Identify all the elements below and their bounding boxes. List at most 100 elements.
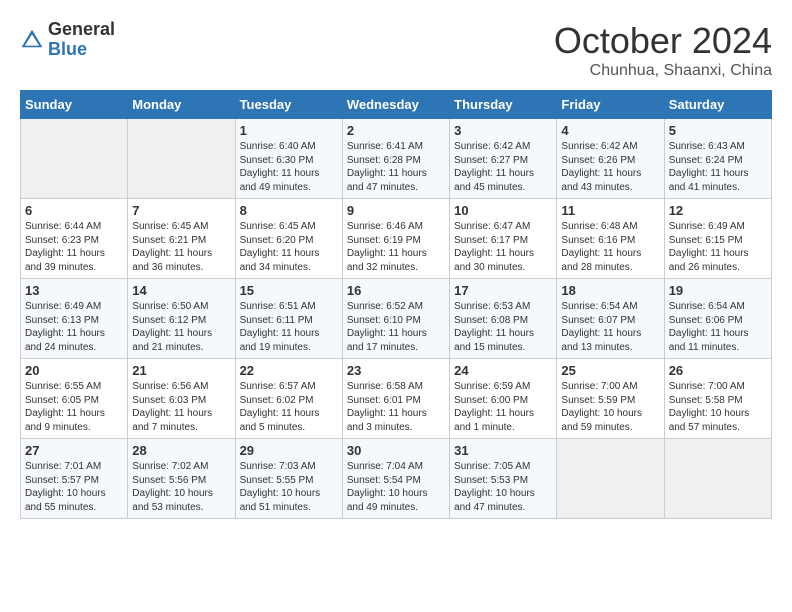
day-info: Sunrise: 6:45 AM Sunset: 6:20 PM Dayligh… bbox=[240, 220, 338, 274]
day-info: Sunrise: 6:46 AM Sunset: 6:19 PM Dayligh… bbox=[347, 220, 445, 274]
calendar-title: October 2024 bbox=[554, 20, 772, 62]
day-number: 10 bbox=[454, 203, 552, 218]
day-number: 20 bbox=[25, 363, 123, 378]
day-number: 2 bbox=[347, 123, 445, 138]
day-info: Sunrise: 6:45 AM Sunset: 6:21 PM Dayligh… bbox=[132, 220, 230, 274]
day-cell: 4 Sunrise: 6:42 AM Sunset: 6:26 PM Daylig… bbox=[557, 119, 664, 199]
header-cell-tuesday: Tuesday bbox=[235, 91, 342, 119]
day-info: Sunrise: 7:01 AM Sunset: 5:57 PM Dayligh… bbox=[25, 460, 123, 514]
day-number: 15 bbox=[240, 283, 338, 298]
day-info: Sunrise: 6:59 AM Sunset: 6:00 PM Dayligh… bbox=[454, 380, 552, 434]
day-cell: 25 Sunrise: 7:00 AM Sunset: 5:59 PM Dayli… bbox=[557, 359, 664, 439]
day-info: Sunrise: 6:47 AM Sunset: 6:17 PM Dayligh… bbox=[454, 220, 552, 274]
day-info: Sunrise: 6:55 AM Sunset: 6:05 PM Dayligh… bbox=[25, 380, 123, 434]
day-cell bbox=[664, 439, 771, 519]
day-info: Sunrise: 6:50 AM Sunset: 6:12 PM Dayligh… bbox=[132, 300, 230, 354]
day-info: Sunrise: 6:42 AM Sunset: 6:27 PM Dayligh… bbox=[454, 140, 552, 194]
header-cell-sunday: Sunday bbox=[21, 91, 128, 119]
day-cell: 9Sunrise: 6:46 AM Sunset: 6:19 PM Daylig… bbox=[342, 199, 449, 279]
day-cell: 14 Sunrise: 6:50 AM Sunset: 6:12 PM Dayli… bbox=[128, 279, 235, 359]
day-cell: 11 Sunrise: 6:48 AM Sunset: 6:16 PM Dayli… bbox=[557, 199, 664, 279]
day-info: Sunrise: 6:53 AM Sunset: 6:08 PM Dayligh… bbox=[454, 300, 552, 354]
day-info: Sunrise: 7:03 AM Sunset: 5:55 PM Dayligh… bbox=[240, 460, 338, 514]
logo: General Blue bbox=[20, 20, 115, 60]
day-cell: 28Sunrise: 7:02 AM Sunset: 5:56 PM Dayli… bbox=[128, 439, 235, 519]
day-cell: 24Sunrise: 6:59 AM Sunset: 6:00 PM Dayli… bbox=[450, 359, 557, 439]
day-cell: 2 Sunrise: 6:41 AM Sunset: 6:28 PM Daylig… bbox=[342, 119, 449, 199]
day-cell: 1Sunrise: 6:40 AM Sunset: 6:30 PM Daylig… bbox=[235, 119, 342, 199]
day-info: Sunrise: 7:04 AM Sunset: 5:54 PM Dayligh… bbox=[347, 460, 445, 514]
day-number: 11 bbox=[561, 203, 659, 218]
day-number: 4 bbox=[561, 123, 659, 138]
calendar-table: SundayMondayTuesdayWednesdayThursdayFrid… bbox=[20, 90, 772, 519]
day-number: 17 bbox=[454, 283, 552, 298]
day-info: Sunrise: 6:42 AM Sunset: 6:26 PM Dayligh… bbox=[561, 140, 659, 194]
day-info: Sunrise: 6:58 AM Sunset: 6:01 PM Dayligh… bbox=[347, 380, 445, 434]
day-cell: 22 Sunrise: 6:57 AM Sunset: 6:02 PM Dayli… bbox=[235, 359, 342, 439]
day-info: Sunrise: 6:44 AM Sunset: 6:23 PM Dayligh… bbox=[25, 220, 123, 274]
day-cell: 27 Sunrise: 7:01 AM Sunset: 5:57 PM Dayli… bbox=[21, 439, 128, 519]
day-cell bbox=[128, 119, 235, 199]
day-cell: 8 Sunrise: 6:45 AM Sunset: 6:20 PM Daylig… bbox=[235, 199, 342, 279]
day-info: Sunrise: 6:57 AM Sunset: 6:02 PM Dayligh… bbox=[240, 380, 338, 434]
day-cell: 13 Sunrise: 6:49 AM Sunset: 6:13 PM Dayli… bbox=[21, 279, 128, 359]
day-cell: 29 Sunrise: 7:03 AM Sunset: 5:55 PM Dayli… bbox=[235, 439, 342, 519]
week-row-5: 27 Sunrise: 7:01 AM Sunset: 5:57 PM Dayli… bbox=[21, 439, 772, 519]
day-cell: 17 Sunrise: 6:53 AM Sunset: 6:08 PM Dayli… bbox=[450, 279, 557, 359]
day-info: Sunrise: 7:00 AM Sunset: 5:58 PM Dayligh… bbox=[669, 380, 767, 434]
header-cell-thursday: Thursday bbox=[450, 91, 557, 119]
day-number: 27 bbox=[25, 443, 123, 458]
day-info: Sunrise: 6:41 AM Sunset: 6:28 PM Dayligh… bbox=[347, 140, 445, 194]
day-info: Sunrise: 6:54 AM Sunset: 6:07 PM Dayligh… bbox=[561, 300, 659, 354]
day-info: Sunrise: 6:54 AM Sunset: 6:06 PM Dayligh… bbox=[669, 300, 767, 354]
day-number: 6 bbox=[25, 203, 123, 218]
day-cell: 12Sunrise: 6:49 AM Sunset: 6:15 PM Dayli… bbox=[664, 199, 771, 279]
day-cell bbox=[21, 119, 128, 199]
day-number: 5 bbox=[669, 123, 767, 138]
day-number: 7 bbox=[132, 203, 230, 218]
day-cell: 3 Sunrise: 6:42 AM Sunset: 6:27 PM Daylig… bbox=[450, 119, 557, 199]
day-cell: 16Sunrise: 6:52 AM Sunset: 6:10 PM Dayli… bbox=[342, 279, 449, 359]
day-number: 13 bbox=[25, 283, 123, 298]
day-number: 22 bbox=[240, 363, 338, 378]
day-info: Sunrise: 6:43 AM Sunset: 6:24 PM Dayligh… bbox=[669, 140, 767, 194]
logo-general: General bbox=[48, 20, 115, 40]
day-number: 29 bbox=[240, 443, 338, 458]
day-cell: 15 Sunrise: 6:51 AM Sunset: 6:11 PM Dayli… bbox=[235, 279, 342, 359]
header-cell-friday: Friday bbox=[557, 91, 664, 119]
day-cell: 18Sunrise: 6:54 AM Sunset: 6:07 PM Dayli… bbox=[557, 279, 664, 359]
day-number: 8 bbox=[240, 203, 338, 218]
title-block: October 2024 Chunhua, Shaanxi, China bbox=[554, 20, 772, 80]
day-info: Sunrise: 6:51 AM Sunset: 6:11 PM Dayligh… bbox=[240, 300, 338, 354]
day-info: Sunrise: 7:05 AM Sunset: 5:53 PM Dayligh… bbox=[454, 460, 552, 514]
day-info: Sunrise: 7:00 AM Sunset: 5:59 PM Dayligh… bbox=[561, 380, 659, 434]
day-number: 25 bbox=[561, 363, 659, 378]
day-info: Sunrise: 6:49 AM Sunset: 6:13 PM Dayligh… bbox=[25, 300, 123, 354]
week-row-1: 1Sunrise: 6:40 AM Sunset: 6:30 PM Daylig… bbox=[21, 119, 772, 199]
day-cell: 6 Sunrise: 6:44 AM Sunset: 6:23 PM Daylig… bbox=[21, 199, 128, 279]
day-number: 21 bbox=[132, 363, 230, 378]
day-info: Sunrise: 6:56 AM Sunset: 6:03 PM Dayligh… bbox=[132, 380, 230, 434]
logo-icon bbox=[20, 28, 44, 52]
day-cell: 20 Sunrise: 6:55 AM Sunset: 6:05 PM Dayli… bbox=[21, 359, 128, 439]
week-row-4: 20 Sunrise: 6:55 AM Sunset: 6:05 PM Dayli… bbox=[21, 359, 772, 439]
day-cell: 19 Sunrise: 6:54 AM Sunset: 6:06 PM Dayli… bbox=[664, 279, 771, 359]
day-number: 30 bbox=[347, 443, 445, 458]
day-number: 3 bbox=[454, 123, 552, 138]
header-cell-monday: Monday bbox=[128, 91, 235, 119]
day-number: 23 bbox=[347, 363, 445, 378]
day-cell: 23 Sunrise: 6:58 AM Sunset: 6:01 PM Dayli… bbox=[342, 359, 449, 439]
day-cell: 31 Sunrise: 7:05 AM Sunset: 5:53 PM Dayli… bbox=[450, 439, 557, 519]
day-number: 14 bbox=[132, 283, 230, 298]
week-row-3: 13 Sunrise: 6:49 AM Sunset: 6:13 PM Dayli… bbox=[21, 279, 772, 359]
day-info: Sunrise: 7:02 AM Sunset: 5:56 PM Dayligh… bbox=[132, 460, 230, 514]
day-number: 31 bbox=[454, 443, 552, 458]
day-info: Sunrise: 6:48 AM Sunset: 6:16 PM Dayligh… bbox=[561, 220, 659, 274]
day-cell: 30 Sunrise: 7:04 AM Sunset: 5:54 PM Dayli… bbox=[342, 439, 449, 519]
day-cell: 26Sunrise: 7:00 AM Sunset: 5:58 PM Dayli… bbox=[664, 359, 771, 439]
day-number: 19 bbox=[669, 283, 767, 298]
header-cell-saturday: Saturday bbox=[664, 91, 771, 119]
calendar-body: 1Sunrise: 6:40 AM Sunset: 6:30 PM Daylig… bbox=[21, 119, 772, 519]
calendar-subtitle: Chunhua, Shaanxi, China bbox=[554, 62, 772, 80]
day-info: Sunrise: 6:52 AM Sunset: 6:10 PM Dayligh… bbox=[347, 300, 445, 354]
